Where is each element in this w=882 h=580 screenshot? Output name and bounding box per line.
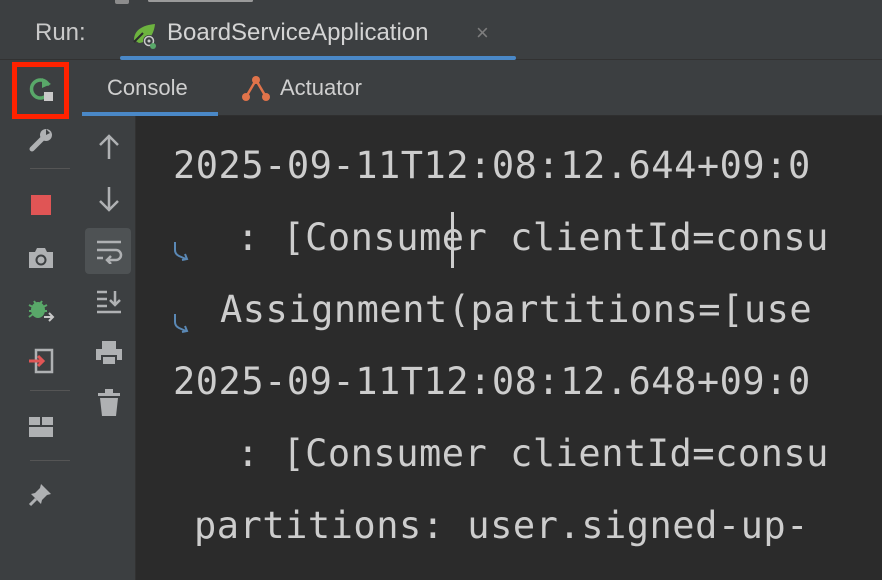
soft-wrap-marker-icon [174, 242, 189, 261]
console-line: Assignment(partitions=[use [220, 288, 813, 331]
trash-icon[interactable] [92, 386, 126, 420]
top-toolbar-sliver [0, 0, 882, 8]
run-config-tab[interactable]: BoardServiceApplication × [120, 8, 516, 60]
soft-wrap-icon[interactable] [92, 234, 126, 268]
console-toolbar [82, 116, 136, 580]
cut-off-label [148, 0, 253, 2]
tab-console-label: Console [107, 75, 188, 100]
camera-icon[interactable] [25, 242, 57, 274]
print-icon[interactable] [92, 336, 126, 370]
toolbar-separator [30, 390, 70, 391]
run-label: Run: [35, 19, 86, 46]
console-output[interactable]: 2025-09-11T12:08:12.644+09:0 : [Consumer… [136, 116, 882, 580]
toolbar-separator [30, 460, 70, 461]
text-caret [451, 212, 454, 268]
debug-icon[interactable] [25, 294, 57, 326]
rerun-icon[interactable] [25, 73, 57, 105]
exit-icon[interactable] [25, 345, 57, 377]
tab-actuator[interactable]: Actuator [234, 60, 394, 116]
cut-off-tool-window [115, 0, 255, 5]
tool-window-icon [115, 0, 129, 4]
arrow-down-icon[interactable] [92, 182, 126, 216]
spring-boot-icon [133, 24, 156, 49]
stop-icon[interactable] [25, 189, 57, 221]
tab-console[interactable]: Console [82, 60, 218, 116]
toolbar-separator [30, 168, 70, 169]
tab-actuator-label: Actuator [280, 75, 362, 100]
console-tab-bar: Console Actuator [82, 60, 882, 116]
console-line: : [Consumer clientId=consu [214, 216, 829, 259]
pin-icon[interactable] [25, 478, 57, 510]
console-line: 2025-09-11T12:08:12.644+09:0 [173, 144, 811, 187]
arrow-up-icon[interactable] [92, 130, 126, 164]
console-line: partitions: user.signed-up- [194, 504, 809, 547]
console-line: 2025-09-11T12:08:12.648+09:0 [173, 360, 811, 403]
console-line: : [Consumer clientId=consu [214, 432, 829, 475]
soft-wrap-marker-icon [174, 314, 189, 333]
wrench-icon[interactable] [25, 124, 57, 156]
scroll-to-end-icon[interactable] [92, 284, 126, 318]
run-config-title: BoardServiceApplication [167, 19, 429, 46]
close-icon[interactable]: × [476, 22, 489, 44]
layout-icon[interactable] [25, 411, 57, 443]
run-tool-window-header: Run: BoardServiceApplication × [0, 8, 882, 60]
actuator-icon [242, 76, 270, 101]
